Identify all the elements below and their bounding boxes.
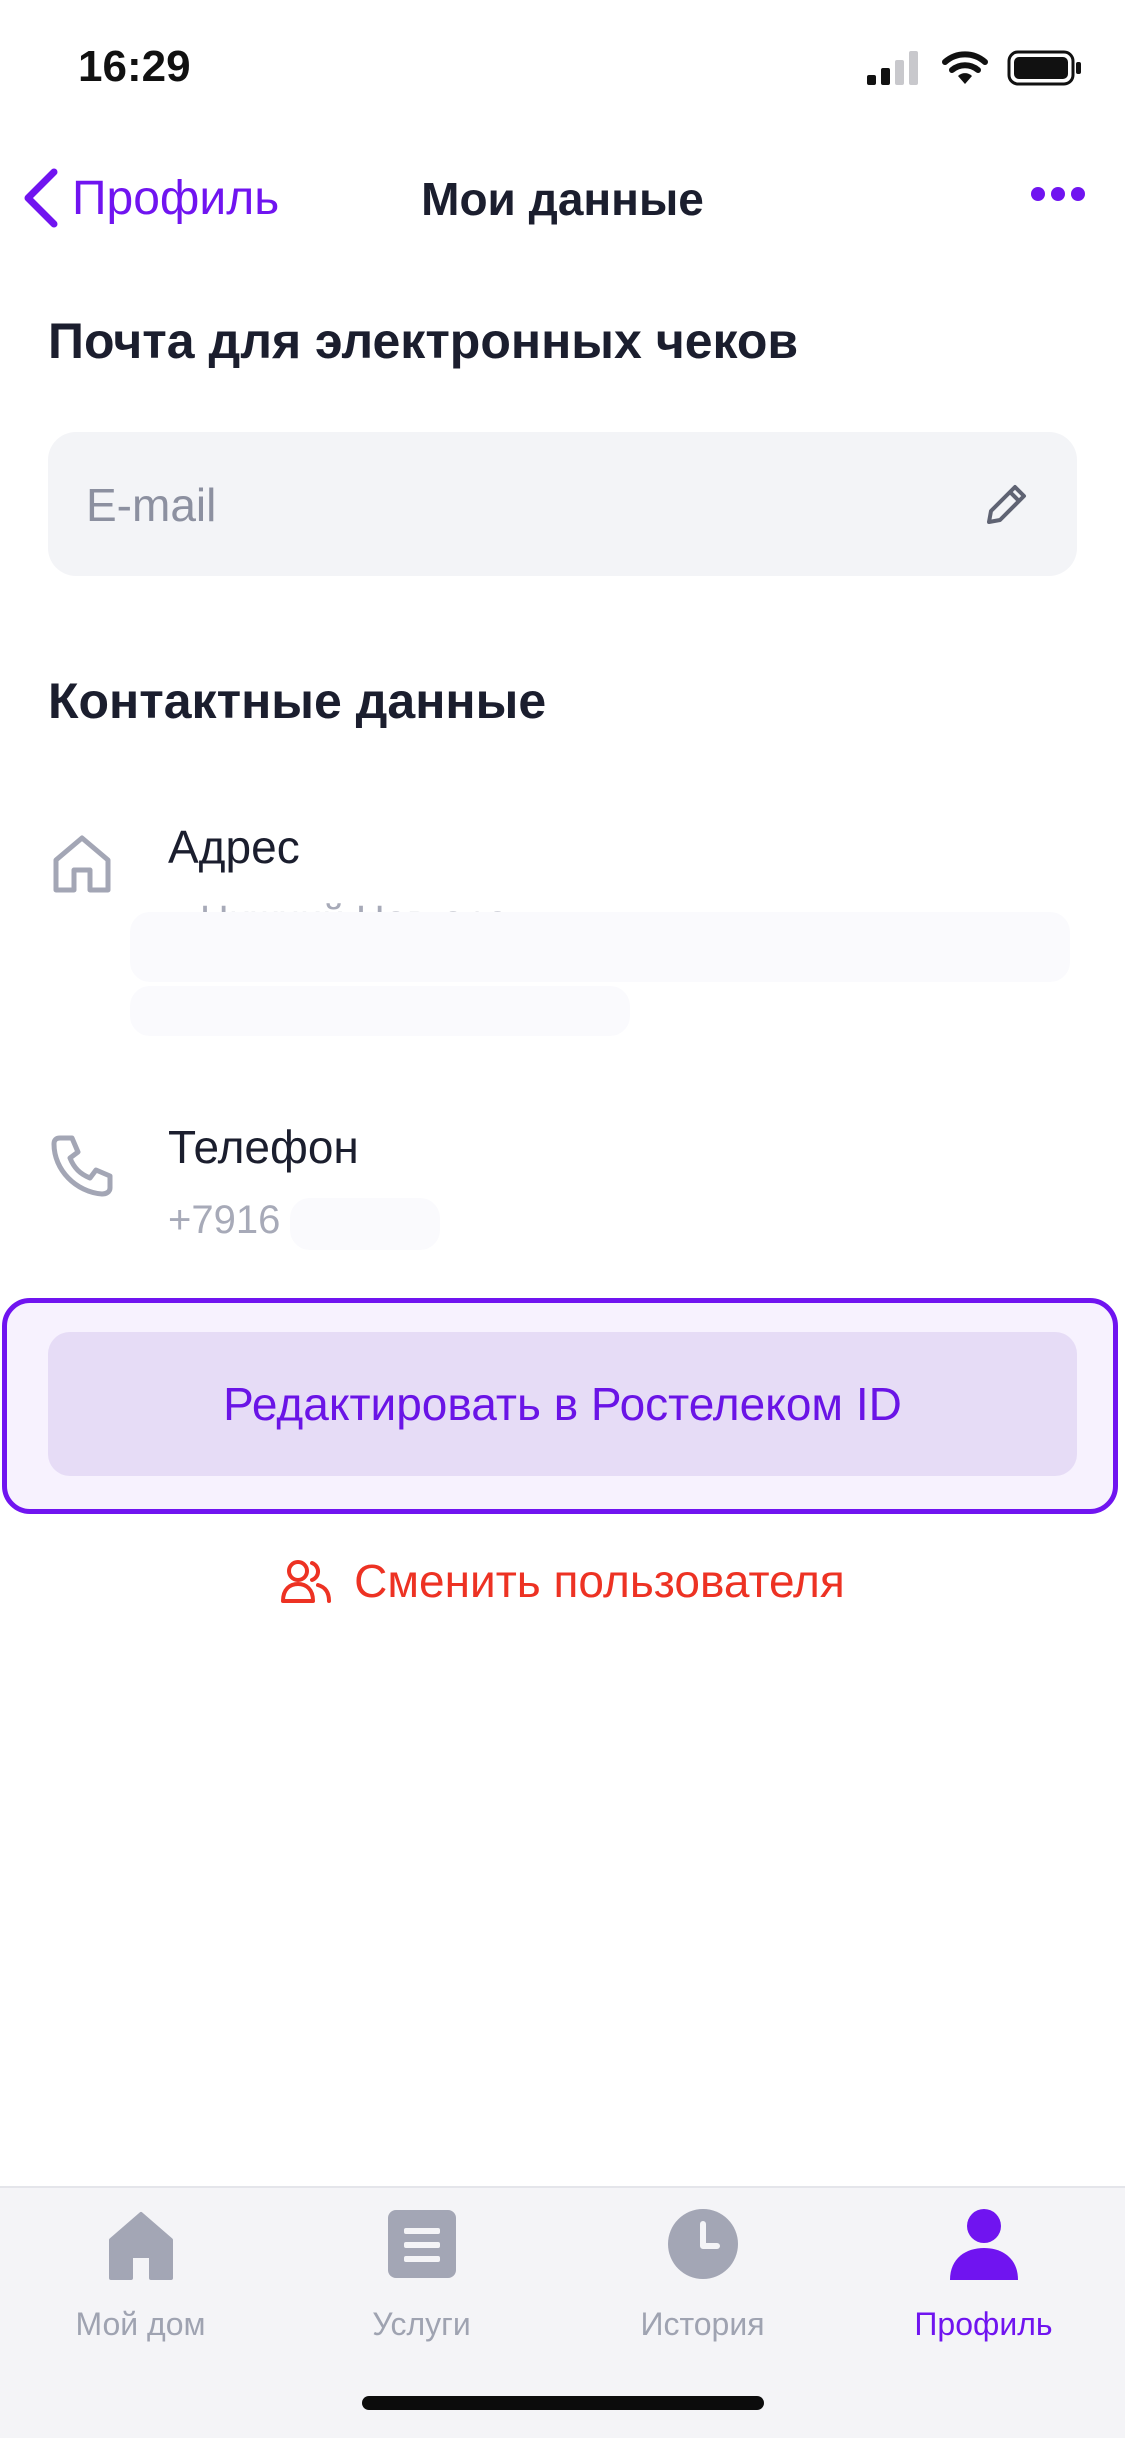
users-icon xyxy=(281,1560,332,1603)
battery-icon xyxy=(1007,50,1081,86)
switch-user-button[interactable]: Сменить пользователя xyxy=(0,1554,1125,1608)
tab-profile[interactable]: Профиль xyxy=(843,2208,1124,2343)
email-input[interactable] xyxy=(84,432,968,578)
status-icons xyxy=(867,50,1083,86)
more-button[interactable] xyxy=(1031,186,1085,207)
phone-icon xyxy=(48,1130,116,1203)
switch-user-label: Сменить пользователя xyxy=(354,1555,845,1607)
tab-label: Мой дом xyxy=(75,2306,206,2342)
wifi-icon xyxy=(942,51,988,84)
signal-icon xyxy=(867,51,918,85)
pencil-icon[interactable] xyxy=(981,478,1033,535)
phone-value: +7916 xyxy=(168,1198,281,1242)
tab-label: История xyxy=(640,2306,765,2342)
status-time: 16:29 xyxy=(78,42,191,91)
profile-icon xyxy=(949,2209,1018,2280)
tab-label: Профиль xyxy=(914,2306,1053,2342)
tab-label: Услуги xyxy=(372,2306,471,2342)
house-icon xyxy=(48,830,116,903)
nav-bar: Профиль Мои данные xyxy=(0,150,1125,250)
home-indicator xyxy=(362,2396,764,2410)
home-icon xyxy=(108,2212,173,2280)
phone-row: Телефон +7916 xyxy=(48,1120,1078,1270)
email-section-title: Почта для электронных чеков xyxy=(48,313,799,369)
services-icon xyxy=(387,2210,456,2278)
clock-icon xyxy=(667,2209,738,2279)
redacted-address-line1 xyxy=(130,912,1070,982)
tab-history[interactable]: История xyxy=(562,2208,843,2343)
more-dots-icon xyxy=(1031,187,1085,201)
tab-my-home[interactable]: Мой дом xyxy=(0,2208,281,2343)
contacts-section-title: Контактные данные xyxy=(48,673,547,729)
address-label: Адрес xyxy=(168,821,300,873)
redacted-phone xyxy=(290,1198,440,1250)
page-title: Мои данные xyxy=(421,173,704,225)
tab-services[interactable]: Услуги xyxy=(281,2208,562,2343)
redacted-address-line2 xyxy=(130,986,630,1036)
status-bar: 16:29 xyxy=(0,0,1125,140)
phone-label: Телефон xyxy=(168,1121,359,1173)
email-field[interactable] xyxy=(48,432,1077,578)
edit-in-rostelecom-id-button[interactable]: Редактировать в Ростелеком ID xyxy=(48,1332,1077,1476)
